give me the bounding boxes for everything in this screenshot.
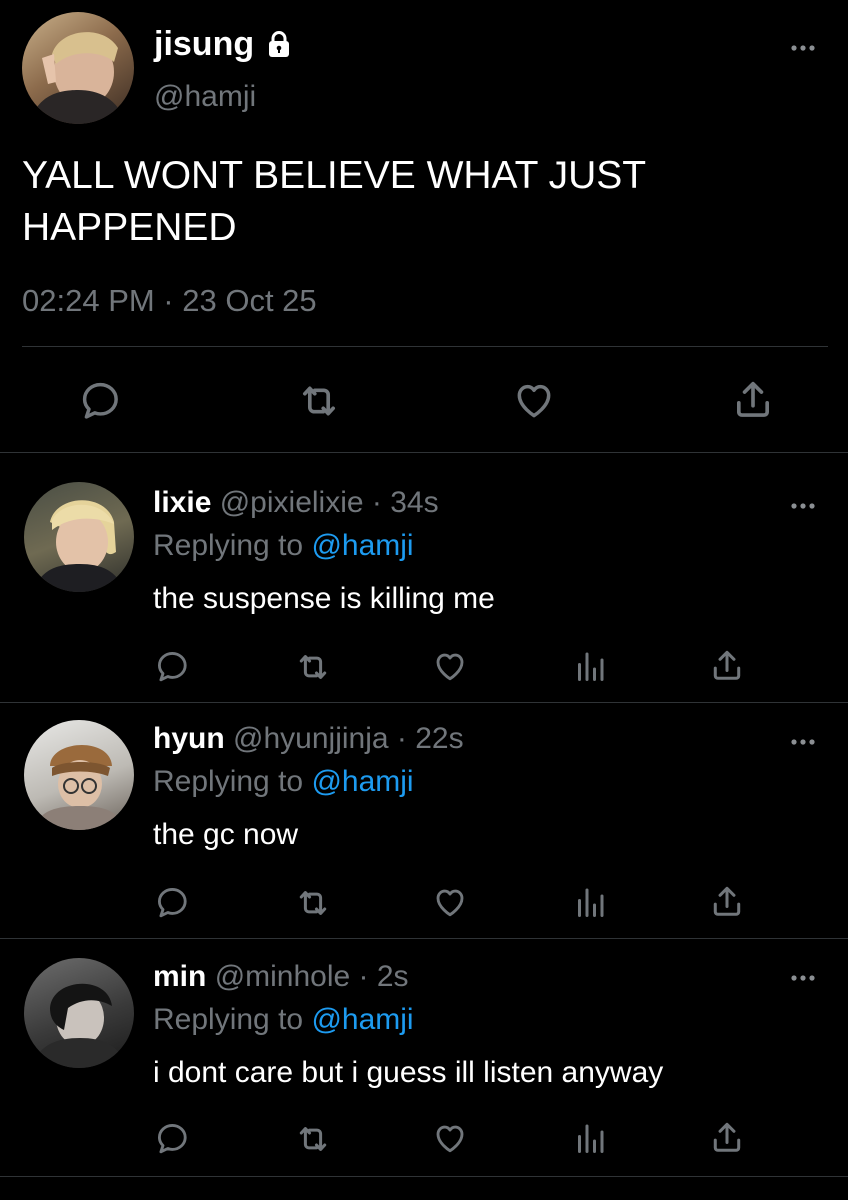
divider (0, 1176, 848, 1177)
avatar[interactable] (22, 12, 134, 124)
reply-author-handle[interactable]: @pixielixie (220, 486, 364, 519)
divider (0, 452, 848, 453)
reply-header: hyun @hyunjjinja · 22s (153, 722, 464, 756)
share-icon[interactable] (708, 646, 746, 684)
replying-to-label: Replying to (153, 529, 304, 562)
replying-to-line: Replying to @hamji (153, 765, 414, 799)
reply-text: the suspense is killing me (153, 582, 495, 615)
avatar[interactable] (24, 720, 134, 830)
replying-to-link[interactable]: @hamji (311, 765, 413, 798)
retweet-icon[interactable] (294, 884, 332, 922)
replying-to-label: Replying to (153, 1003, 304, 1036)
more-icon[interactable] (786, 732, 820, 752)
author-handle[interactable]: @hamji (154, 80, 256, 114)
analytics-icon[interactable] (572, 648, 608, 684)
share-icon[interactable] (708, 1118, 746, 1156)
like-icon[interactable] (432, 884, 468, 920)
more-icon[interactable] (786, 496, 820, 516)
reply-author-name[interactable]: hyun (153, 722, 225, 755)
like-icon[interactable] (432, 1120, 468, 1156)
analytics-icon[interactable] (572, 884, 608, 920)
replying-to-label: Replying to (153, 765, 304, 798)
reply-icon[interactable] (154, 648, 190, 684)
replying-to-link[interactable]: @hamji (311, 1003, 413, 1036)
reply-text: i dont care but i guess ill listen anywa… (153, 1056, 664, 1089)
reply-author-handle[interactable]: @hyunjjinja (233, 722, 389, 755)
divider (0, 702, 848, 703)
share-icon[interactable] (708, 882, 746, 920)
more-icon[interactable] (786, 968, 820, 988)
reply-header: min @minhole · 2s (153, 960, 409, 994)
reply-author-name[interactable]: lixie (153, 486, 211, 519)
tweet-timestamp[interactable]: 02:24 PM · 23 Oct 25 (22, 283, 317, 319)
reply-icon[interactable] (154, 1120, 190, 1156)
reply-icon[interactable] (154, 884, 190, 920)
replying-to-link[interactable]: @hamji (311, 529, 413, 562)
like-icon[interactable] (512, 378, 556, 422)
reply-age: · 2s (358, 960, 409, 993)
avatar[interactable] (24, 482, 134, 592)
reply-header: lixie @pixielixie · 34s (153, 486, 439, 520)
author-line: jisung (154, 22, 294, 66)
reply-author-handle[interactable]: @minhole (215, 960, 351, 993)
replying-to-line: Replying to @hamji (153, 529, 414, 563)
replying-to-line: Replying to @hamji (153, 1003, 414, 1037)
retweet-icon[interactable] (296, 378, 342, 424)
share-icon[interactable] (730, 376, 776, 422)
divider (22, 346, 828, 347)
retweet-icon[interactable] (294, 1120, 332, 1158)
like-icon[interactable] (432, 648, 468, 684)
reply-age: · 34s (371, 486, 439, 519)
avatar[interactable] (24, 958, 134, 1068)
retweet-icon[interactable] (294, 648, 332, 686)
tweet-text: YALL WONT BELIEVE WHAT JUST HAPPENED (22, 154, 646, 249)
reply-age: · 22s (396, 722, 464, 755)
reply-author-name[interactable]: min (153, 960, 206, 993)
reply-text: the gc now (153, 818, 299, 851)
lock-icon (264, 29, 294, 59)
more-icon[interactable] (786, 38, 820, 58)
analytics-icon[interactable] (572, 1120, 608, 1156)
reply-icon[interactable] (78, 378, 122, 422)
divider (0, 938, 848, 939)
author-name[interactable]: jisung (154, 25, 254, 64)
